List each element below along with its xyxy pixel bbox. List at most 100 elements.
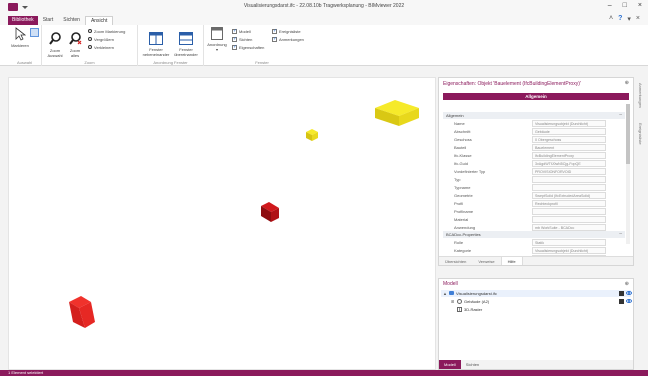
tab-file[interactable]: Bibliothek [8, 16, 38, 25]
pane-close-icon[interactable]: × [636, 15, 640, 23]
property-row: Name Visualisierungsobjekt (Durchlicht) [446, 120, 624, 128]
tree-item-label: Gebäude (A2) [464, 298, 490, 304]
visibility-toggle-icon[interactable] [619, 291, 624, 296]
bimviewer-window: Visualisierungsdarst.ifc - 22.08.10b Tra… [0, 0, 648, 376]
property-value-field[interactable]: Visualisierungsobjekt (Durchlicht) [532, 120, 606, 127]
property-value-field[interactable]: IfcBuildingElementProxy [532, 152, 606, 159]
zoom-out-icon [88, 45, 92, 49]
verkleinern-button[interactable]: Verkleinern [88, 44, 114, 50]
property-row: Ifc-Klasse IfcBuildingElementProxy [446, 152, 624, 160]
side-tab-ereignisliste[interactable]: Ereignisliste [638, 123, 643, 145]
tab-hilfe[interactable]: Hilfe [500, 257, 523, 265]
checkbox-eigenschaften[interactable] [232, 44, 237, 50]
property-value-field[interactable]: Statik [532, 239, 606, 246]
zoom-alles-button[interactable]: Zoom alles [66, 27, 84, 63]
tab-sichten-panel[interactable]: Sichten [461, 360, 484, 369]
property-value-field[interactable]: Visualisierungsobjekt (Durchlicht) [532, 247, 606, 254]
property-row: Rolle Statik [446, 239, 624, 247]
section-bcadcc[interactable]: BCADcc-Properties – [443, 231, 625, 238]
property-value-field[interactable]: PROVISIONFORVOID [532, 168, 606, 175]
collapse-icon[interactable]: – [619, 112, 622, 119]
property-value-field[interactable] [532, 184, 606, 191]
property-value-field[interactable]: Gebäude [532, 128, 606, 135]
property-value-field[interactable]: mb WorkSuite - BCADcc [532, 224, 606, 231]
tree-item-label: Visualisierungsdarst.ifc [456, 290, 497, 296]
properties-banner[interactable]: Allgemein [443, 93, 629, 100]
property-label: Profil [454, 201, 464, 206]
check-sichten[interactable]: Sichten [232, 36, 252, 42]
checkbox-anmerkungen[interactable] [272, 36, 277, 42]
visibility-toggle-icon[interactable] [619, 299, 624, 304]
window-layout-icon [211, 27, 223, 40]
yellow-small-cube[interactable] [305, 128, 319, 142]
tab-verweise[interactable]: Verweise [472, 257, 500, 265]
checkbox-ereignisliste[interactable] [272, 28, 277, 34]
tab-ansicht[interactable]: Ansicht [84, 16, 114, 25]
dark-red-cube[interactable] [259, 200, 281, 224]
tree-item-3d-raster[interactable]: 3D-Raster [451, 306, 482, 312]
tab-uebersichten[interactable]: Übersichten [439, 257, 472, 265]
property-value-field[interactable]: 3vAgdWTfJ0wN5Cjg-FopQE [532, 160, 606, 167]
tree-expander-icon[interactable]: ▲ [443, 291, 447, 296]
property-value-field[interactable]: SweptSolid (IfcExtrudedAreaSolid) [532, 192, 606, 199]
markieren-button[interactable]: Markieren [10, 27, 30, 48]
check-ereignisliste-label: Ereignisliste [279, 28, 301, 34]
checkbox-sichten[interactable] [232, 36, 237, 42]
property-row: Profil Rechteckprofil [446, 200, 624, 208]
property-value-field[interactable] [532, 208, 606, 215]
close-button[interactable]: × [638, 2, 642, 9]
check-modell[interactable]: Modell [232, 28, 251, 34]
check-eigenschaften[interactable]: Eigenschaften [232, 44, 264, 50]
property-row: Geometrie SweptSolid (IfcExtrudedAreaSoli… [446, 192, 624, 200]
property-value-field[interactable]: 0 Obergeschoss [532, 136, 606, 143]
zoom-markierung-button[interactable]: Zoom Markierung [88, 28, 125, 34]
check-anmerkungen[interactable]: Anmerkungen [272, 36, 304, 42]
property-value-field[interactable] [532, 216, 606, 223]
3d-viewport[interactable] [8, 77, 436, 370]
vergroessern-button[interactable]: Vergrößern [88, 36, 114, 42]
model-tab-strip: Modell Sichten [439, 360, 633, 369]
property-label: Profilname [454, 209, 474, 214]
check-eigenschaften-label: Eigenschaften [239, 44, 265, 50]
property-value-field[interactable]: Rechteckprofil [532, 200, 606, 207]
section-allgemein[interactable]: Allgemein – [443, 112, 625, 119]
ribbon: Markieren Auswahl Zoom Auswahl Zoom alle… [0, 25, 648, 66]
ribbon-options-icon[interactable]: ▾ [627, 15, 631, 23]
checkbox-modell[interactable] [232, 28, 237, 34]
tab-sichten[interactable]: Sichten [58, 16, 85, 25]
side-tab-anmerkungen[interactable]: Anmerkungen [638, 83, 643, 108]
pin-icon[interactable]: ⊕ [625, 281, 629, 287]
eye-icon[interactable] [626, 299, 632, 303]
anordnung-dropdown-button[interactable]: Anordnung ▾ [206, 27, 228, 52]
property-value-field[interactable]: Bauelement [532, 144, 606, 151]
fenster-nebeneinander-button[interactable]: Fenster nebeneinander [142, 27, 170, 62]
property-label: Typ [454, 177, 461, 182]
yellow-large-cube[interactable] [373, 98, 421, 128]
model-title: Modell [443, 281, 458, 287]
property-label: Vordefinierter Typ [454, 169, 486, 174]
minimize-button[interactable]: – [608, 2, 612, 9]
tab-start[interactable]: Start [38, 16, 59, 25]
properties-scrollbar[interactable] [626, 104, 630, 244]
collapse-ribbon-icon[interactable]: ˄ [609, 15, 613, 23]
help-icon[interactable]: ? [618, 15, 622, 23]
tab-modell[interactable]: Modell [439, 360, 461, 369]
zoom-auswahl-button[interactable]: Zoom Auswahl [46, 27, 64, 63]
tree-expander-icon[interactable]: ⊞ [451, 299, 455, 304]
pin-icon[interactable]: ⊕ [625, 80, 629, 86]
eye-icon[interactable] [626, 291, 632, 295]
tree-item-gebaeude[interactable]: ⊞ Gebäude (A2) [451, 298, 489, 304]
select-box-icon[interactable] [30, 28, 39, 37]
fenster-uebereinander-button[interactable]: Fenster übereinander [172, 27, 200, 62]
property-label: Material [454, 217, 469, 222]
property-label: Kategorie [454, 248, 472, 253]
property-row: Abschnitt Gebäude [446, 128, 624, 136]
red-cube[interactable] [67, 294, 97, 330]
property-value-field[interactable] [532, 176, 606, 183]
status-bar: 1 Element selektiert [0, 370, 648, 376]
maximize-button[interactable]: □ [623, 2, 627, 9]
check-ereignisliste[interactable]: Ereignisliste [272, 28, 301, 34]
tree-item-root[interactable]: ▲ Visualisierungsdarst.ifc [443, 290, 497, 296]
scrollbar-thumb[interactable] [626, 104, 630, 164]
collapse-icon[interactable]: – [619, 231, 622, 238]
